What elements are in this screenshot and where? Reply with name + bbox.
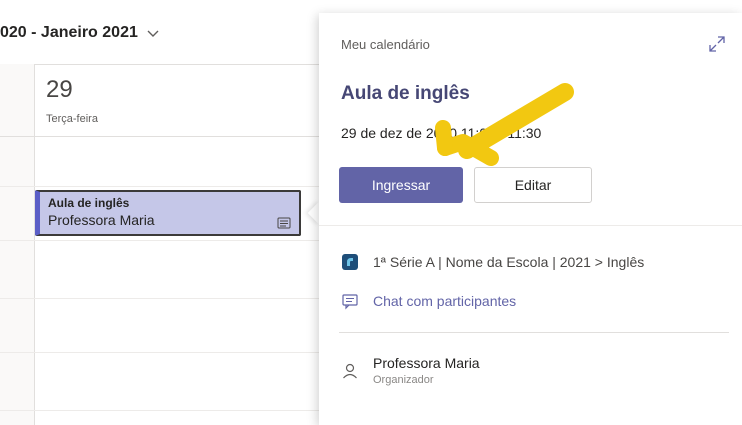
chevron-down-icon	[146, 26, 160, 40]
section-divider	[339, 332, 729, 333]
event-organizer: Professora Maria	[48, 212, 155, 228]
meeting-title: Aula de inglês	[341, 83, 470, 104]
day-number: 29	[46, 76, 73, 103]
expand-icon[interactable]	[708, 35, 726, 53]
calendar-label: Meu calendário	[341, 37, 430, 52]
meeting-time: 29 de dez de 2020 11:00 - 11:30	[341, 125, 542, 141]
organizer-name: Professora Maria	[373, 355, 480, 371]
section-divider	[319, 225, 742, 226]
team-channel-icon	[341, 253, 359, 271]
organizer-row: Professora Maria Organizador	[341, 355, 480, 386]
column-divider	[34, 64, 35, 136]
edit-button[interactable]: Editar	[474, 167, 592, 203]
organizer-info: Professora Maria Organizador	[373, 355, 480, 386]
calendar-event[interactable]: Aula de inglês Professora Maria	[35, 190, 301, 236]
event-title: Aula de inglês	[48, 196, 130, 210]
channel-row[interactable]: 1ª Série A | Nome da Escola | 2021 > Ing…	[341, 253, 644, 271]
date-range-label: 020 - Janeiro 2021	[0, 24, 138, 41]
person-icon	[341, 362, 359, 380]
join-button[interactable]: Ingressar	[339, 167, 463, 203]
channel-name: 1ª Série A | Nome da Escola | 2021 > Ing…	[373, 254, 645, 270]
time-gutter	[0, 64, 35, 425]
meeting-details-popup: Meu calendário Aula de inglês 29 de dez …	[319, 13, 742, 425]
chat-label: Chat com participantes	[373, 293, 517, 309]
day-name: Terça-feira	[46, 113, 98, 125]
chat-with-participants-link[interactable]: Chat com participantes	[341, 292, 516, 310]
chat-icon	[341, 292, 359, 310]
date-range-selector[interactable]: 020 - Janeiro 2021	[0, 24, 160, 42]
meeting-icon	[277, 216, 291, 229]
organizer-role: Organizador	[373, 374, 434, 386]
